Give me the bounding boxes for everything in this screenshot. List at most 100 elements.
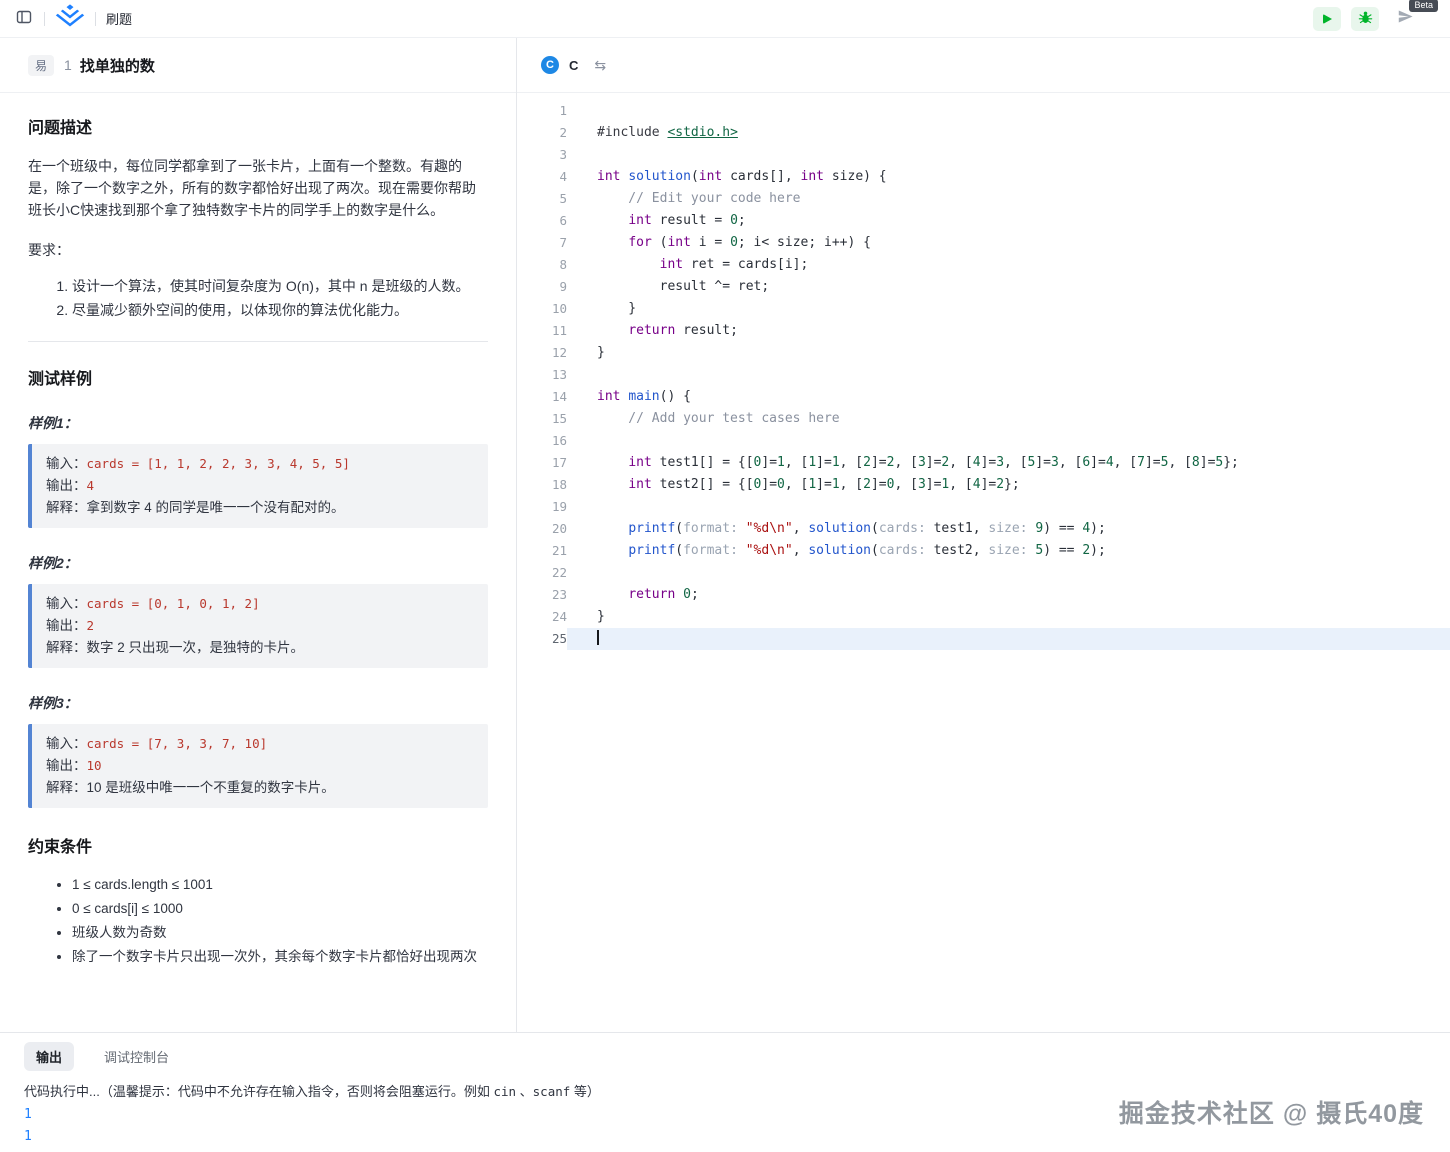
line-number: 21 bbox=[517, 540, 567, 562]
code-token: 3 bbox=[918, 455, 926, 470]
code-token: ]= bbox=[761, 477, 777, 492]
code-token: ]= bbox=[981, 477, 997, 492]
submit-button[interactable]: Beta bbox=[1397, 8, 1414, 30]
code-token: solution bbox=[808, 543, 871, 558]
code-line[interactable]: 18 int test2[] = {[0]=0, [1]=1, [2]=0, [… bbox=[517, 474, 1450, 496]
code-line[interactable]: 17 int test1[] = {[0]=1, [1]=1, [2]=2, [… bbox=[517, 452, 1450, 474]
sample-output-label: 输出： bbox=[46, 758, 87, 773]
constraints-heading: 约束条件 bbox=[28, 836, 488, 860]
code-token: ); bbox=[1090, 521, 1106, 536]
code-token: , [ bbox=[840, 477, 863, 492]
sample-label: 样例1： bbox=[28, 412, 488, 434]
run-button[interactable] bbox=[1313, 7, 1341, 31]
code-line[interactable]: 24} bbox=[517, 606, 1450, 628]
line-number: 10 bbox=[517, 298, 567, 320]
constraints-list: 1 ≤ cards.length ≤ 1001 0 ≤ cards[i] ≤ 1… bbox=[28, 874, 488, 968]
code-token: 0 bbox=[730, 235, 738, 250]
code-token: format: bbox=[683, 543, 746, 558]
code-token: return bbox=[628, 587, 675, 602]
code-token bbox=[675, 587, 683, 602]
code-token: 4 bbox=[973, 455, 981, 470]
line-number: 23 bbox=[517, 584, 567, 606]
code-line[interactable]: 6 int result = 0; bbox=[517, 210, 1450, 232]
code-line[interactable]: 25 bbox=[517, 628, 1450, 650]
output-line: 1 bbox=[24, 1104, 1426, 1126]
code-token: test1, bbox=[934, 521, 989, 536]
code-token: for bbox=[628, 235, 651, 250]
code-editor[interactable]: 12#include <stdio.h>34int solution(int c… bbox=[517, 93, 1450, 1032]
code-token: , [ bbox=[949, 477, 972, 492]
code-token: ]= bbox=[816, 477, 832, 492]
code-line[interactable]: 12} bbox=[517, 342, 1450, 364]
code-token: ]= bbox=[926, 455, 942, 470]
code-token: , bbox=[793, 521, 809, 536]
code-token: ( bbox=[691, 169, 699, 184]
code-line[interactable]: 13 bbox=[517, 364, 1450, 386]
code-token: 0 bbox=[730, 213, 738, 228]
code-line[interactable]: 16 bbox=[517, 430, 1450, 452]
sample-input-value: cards = [0, 1, 0, 1, 2] bbox=[87, 596, 260, 611]
code-token: cin bbox=[493, 1084, 516, 1099]
code-line[interactable]: 2#include <stdio.h> bbox=[517, 122, 1450, 144]
line-number: 9 bbox=[517, 276, 567, 298]
brand-title: 刷题 bbox=[106, 9, 132, 28]
code-token: result ^= ret; bbox=[597, 279, 769, 294]
code-line[interactable]: 15 // Add your test cases here bbox=[517, 408, 1450, 430]
code-token: ]= bbox=[1200, 455, 1216, 470]
code-line[interactable]: 1 bbox=[517, 100, 1450, 122]
constraint-item: 班级人数为奇数 bbox=[72, 922, 488, 944]
code-line[interactable]: 4int solution(int cards[], int size) { bbox=[517, 166, 1450, 188]
code-token bbox=[597, 455, 628, 470]
line-number: 17 bbox=[517, 452, 567, 474]
code-line[interactable]: 20 printf(format: "%d\n", solution(cards… bbox=[517, 518, 1450, 540]
console-tabs: 输出 调试控制台 bbox=[24, 1042, 1426, 1071]
code-line[interactable]: 23 return 0; bbox=[517, 584, 1450, 606]
debug-button[interactable] bbox=[1351, 7, 1379, 31]
code-token: result = bbox=[652, 213, 730, 228]
code-line[interactable]: 7 for (int i = 0; i< size; i++) { bbox=[517, 232, 1450, 254]
code-token: ]= bbox=[871, 477, 887, 492]
line-number: 20 bbox=[517, 518, 567, 540]
code-line[interactable]: 11 return result; bbox=[517, 320, 1450, 342]
code-line[interactable]: 5 // Edit your code here bbox=[517, 188, 1450, 210]
code-token: int bbox=[628, 455, 651, 470]
code-token: int bbox=[628, 213, 651, 228]
sample-output-label: 输出： bbox=[46, 478, 87, 493]
code-token: 0 bbox=[683, 587, 691, 602]
code-line[interactable]: 21 printf(format: "%d\n", solution(cards… bbox=[517, 540, 1450, 562]
code-token: , [ bbox=[1004, 455, 1027, 470]
code-token: 1 bbox=[832, 477, 840, 492]
code-token: 3 bbox=[996, 455, 1004, 470]
problem-number: 1 bbox=[64, 57, 72, 73]
code-line[interactable]: 9 result ^= ret; bbox=[517, 276, 1450, 298]
code-token: ) == bbox=[1043, 543, 1082, 558]
code-token: test1[] = {[ bbox=[652, 455, 754, 470]
code-token: result; bbox=[675, 323, 738, 338]
tab-output[interactable]: 输出 bbox=[24, 1042, 74, 1071]
line-number: 7 bbox=[517, 232, 567, 254]
code-line[interactable]: 8 int ret = cards[i]; bbox=[517, 254, 1450, 276]
code-token: int bbox=[597, 169, 620, 184]
code-line[interactable]: 14int main() { bbox=[517, 386, 1450, 408]
tab-debug-console[interactable]: 调试控制台 bbox=[92, 1042, 181, 1071]
code-token: ( bbox=[871, 521, 879, 536]
code-token: ]= bbox=[1090, 455, 1106, 470]
code-line[interactable]: 22 bbox=[517, 562, 1450, 584]
line-number: 2 bbox=[517, 122, 567, 144]
code-token bbox=[597, 477, 628, 492]
code-line[interactable]: 3 bbox=[517, 144, 1450, 166]
line-number: 22 bbox=[517, 562, 567, 584]
language-label: C bbox=[569, 58, 578, 73]
language-switch-icon[interactable]: ⇆ bbox=[594, 57, 606, 74]
code-token: 6 bbox=[1082, 455, 1090, 470]
code-line[interactable]: 10 } bbox=[517, 298, 1450, 320]
sidebar-toggle-button[interactable] bbox=[14, 7, 34, 30]
code-token: size: bbox=[988, 521, 1035, 536]
code-token: ]= bbox=[1145, 455, 1161, 470]
code-token: printf bbox=[628, 543, 675, 558]
code-token: cards: bbox=[879, 543, 934, 558]
code-token bbox=[597, 213, 628, 228]
code-token bbox=[597, 521, 628, 536]
code-line[interactable]: 19 bbox=[517, 496, 1450, 518]
juejin-logo-icon[interactable] bbox=[55, 4, 85, 33]
